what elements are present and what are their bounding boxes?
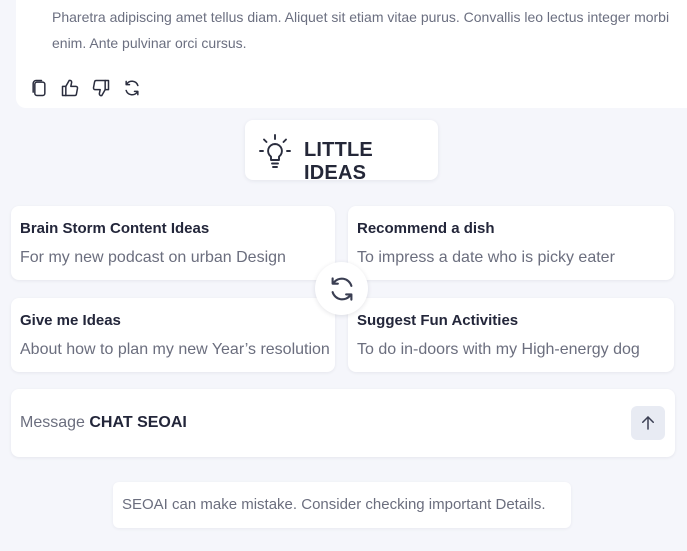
disclaimer-text: SEOAI can make mistake. Consider checkin… [122,496,546,513]
suggestion-card-give-ideas[interactable]: Give me Ideas About how to plan my new Y… [11,298,335,372]
suggestion-title: Give me Ideas [20,312,121,329]
thumbs-up-icon[interactable] [59,77,81,99]
disclaimer-banner: SEOAI can make mistake. Consider checkin… [113,482,571,528]
little-ideas-header: LITTLE IDEAS [245,120,438,184]
suggestion-subtitle: To do in-doors with my High-energy dog [357,341,640,358]
suggestion-subtitle: For my new podcast on urban Design [20,249,286,266]
chat-screen: Pharetra adipiscing amet tellus diam. Al… [0,0,687,551]
suggestion-card-brainstorm[interactable]: Brain Storm Content Ideas For my new pod… [11,206,335,280]
suggestion-subtitle: To impress a date who is picky eater [357,249,615,266]
refresh-suggestions-button[interactable] [315,262,368,315]
message-input[interactable]: Message CHAT SEOAI [11,389,675,457]
little-ideas-title: LITTLE IDEAS [304,139,373,184]
suggestion-card-recommend-dish[interactable]: Recommend a dish To impress a date who i… [348,206,674,280]
copy-icon[interactable] [28,77,50,99]
response-text: Pharetra adipiscing amet tellus diam. Al… [52,9,670,51]
send-button[interactable] [631,406,665,440]
message-placeholder: Message CHAT SEOAI [20,414,187,431]
refresh-icon [331,276,352,301]
suggestion-title: Recommend a dish [357,220,495,237]
regenerate-icon[interactable] [121,77,143,99]
response-actions [28,77,143,99]
arrow-up-icon [642,416,654,430]
brand-name: CHAT SEOAI [89,414,187,431]
suggestion-title: Brain Storm Content Ideas [20,220,210,237]
thumbs-down-icon[interactable] [90,77,112,99]
suggestion-card-fun-activities[interactable]: Suggest Fun Activities To do in-doors wi… [348,298,674,372]
suggestion-subtitle: About how to plan my new Year’s resoluti… [20,341,330,358]
suggestion-title: Suggest Fun Activities [357,312,519,329]
lightbulb-icon [259,134,291,168]
